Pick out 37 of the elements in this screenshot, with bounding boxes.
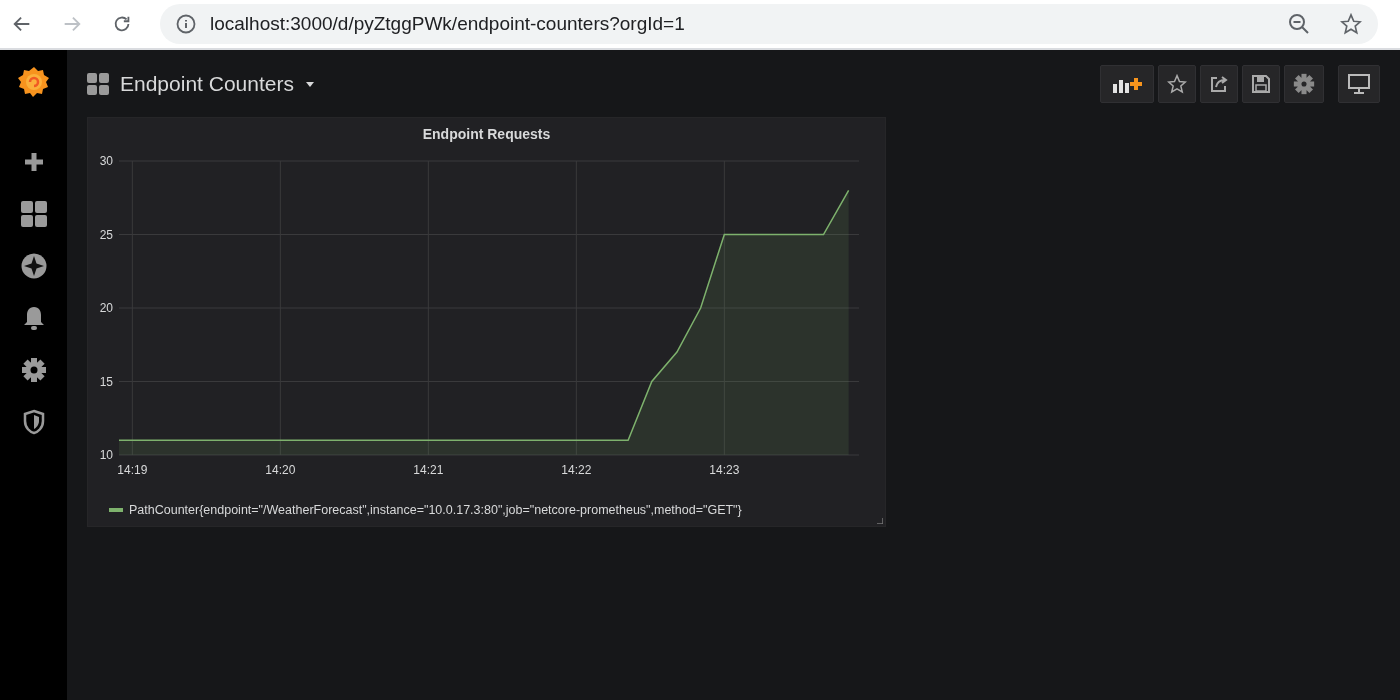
- settings-icon[interactable]: [19, 356, 48, 384]
- panel-title[interactable]: Endpoint Requests: [422, 126, 551, 142]
- resize-handle-icon[interactable]: [877, 518, 883, 524]
- star-button[interactable]: [1158, 65, 1196, 103]
- zoom-out-icon[interactable]: [1288, 13, 1310, 35]
- address-bar[interactable]: localhost:3000/d/pyZtggPWk/endpoint-counters?orgId=1: [160, 4, 1378, 44]
- logo-icon[interactable]: [15, 64, 52, 100]
- url-text: localhost:3000/d/pyZtggPWk/endpoint-counters?orgId=1: [210, 13, 686, 35]
- y-axis-label: 25: [99, 227, 113, 242]
- y-axis-label: 20: [99, 301, 113, 315]
- add-panel-icon: [1112, 75, 1142, 93]
- dashboards-icon[interactable]: [19, 200, 48, 228]
- caret-icon: [305, 81, 314, 87]
- x-axis-label: 14:21: [413, 463, 444, 477]
- bookmark-star-icon[interactable]: [1340, 13, 1362, 35]
- tv-mode-button[interactable]: [1338, 65, 1380, 103]
- x-axis-label: 14:23: [709, 463, 740, 477]
- add-panel-button[interactable]: [1100, 65, 1154, 103]
- legend-label[interactable]: PathCounter{endpoint="/WeatherForecast",instance="10.0.17.3:80",job="netcore-prometheus",method="GET"}: [129, 503, 742, 517]
- star-icon: [1167, 74, 1187, 94]
- y-axis-label: 30: [99, 154, 113, 168]
- monitor-icon: [1348, 74, 1370, 94]
- x-axis-label: 14:19: [117, 463, 148, 477]
- y-axis-label: 15: [99, 374, 113, 389]
- x-axis-label: 14:20: [265, 463, 296, 477]
- save-button[interactable]: [1242, 65, 1280, 103]
- share-icon: [1209, 74, 1229, 94]
- y-axis-label: 10: [99, 448, 113, 462]
- x-axis-label: 14:22: [561, 463, 592, 477]
- compass-icon[interactable]: [19, 252, 48, 280]
- save-icon: [1251, 74, 1271, 94]
- dashboards-icon: [87, 73, 109, 95]
- info-icon: [176, 14, 196, 34]
- settings-icon: [1293, 73, 1315, 95]
- share-button[interactable]: [1200, 65, 1238, 103]
- settings-button[interactable]: [1284, 65, 1324, 103]
- dashboard-title[interactable]: Endpoint Counters: [120, 72, 314, 96]
